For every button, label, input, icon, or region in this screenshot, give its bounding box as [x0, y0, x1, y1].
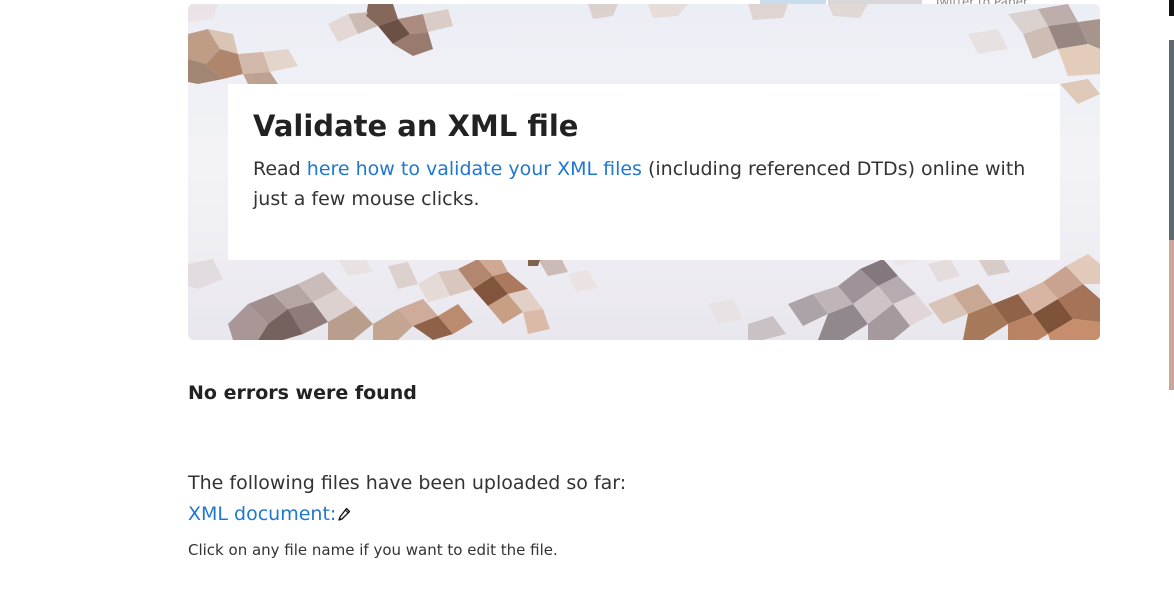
pencil-icon[interactable] [337, 506, 351, 522]
validation-status: No errors were found [188, 382, 417, 404]
uploaded-files-intro: The following files have been uploaded s… [188, 472, 627, 494]
hero-banner: Validate an XML file Read here how to va… [188, 4, 1100, 340]
file-list-item: XML document: [188, 503, 351, 525]
right-edge-image [1169, 240, 1174, 390]
validation-help-link[interactable]: here how to validate your XML files [307, 158, 642, 180]
right-edge-element [1169, 0, 1174, 16]
page-title: Validate an XML file [253, 109, 579, 143]
edit-hint: Click on any file name if you want to ed… [188, 541, 558, 559]
page: Twitter to Paper... [0, 0, 1174, 590]
hero-description: Read here how to validate your XML files… [253, 154, 1035, 214]
hero-text-prefix: Read [253, 158, 307, 180]
hero-card: Validate an XML file Read here how to va… [228, 84, 1060, 260]
right-edge-image [1169, 40, 1174, 240]
xml-document-link[interactable]: XML document: [188, 503, 336, 525]
